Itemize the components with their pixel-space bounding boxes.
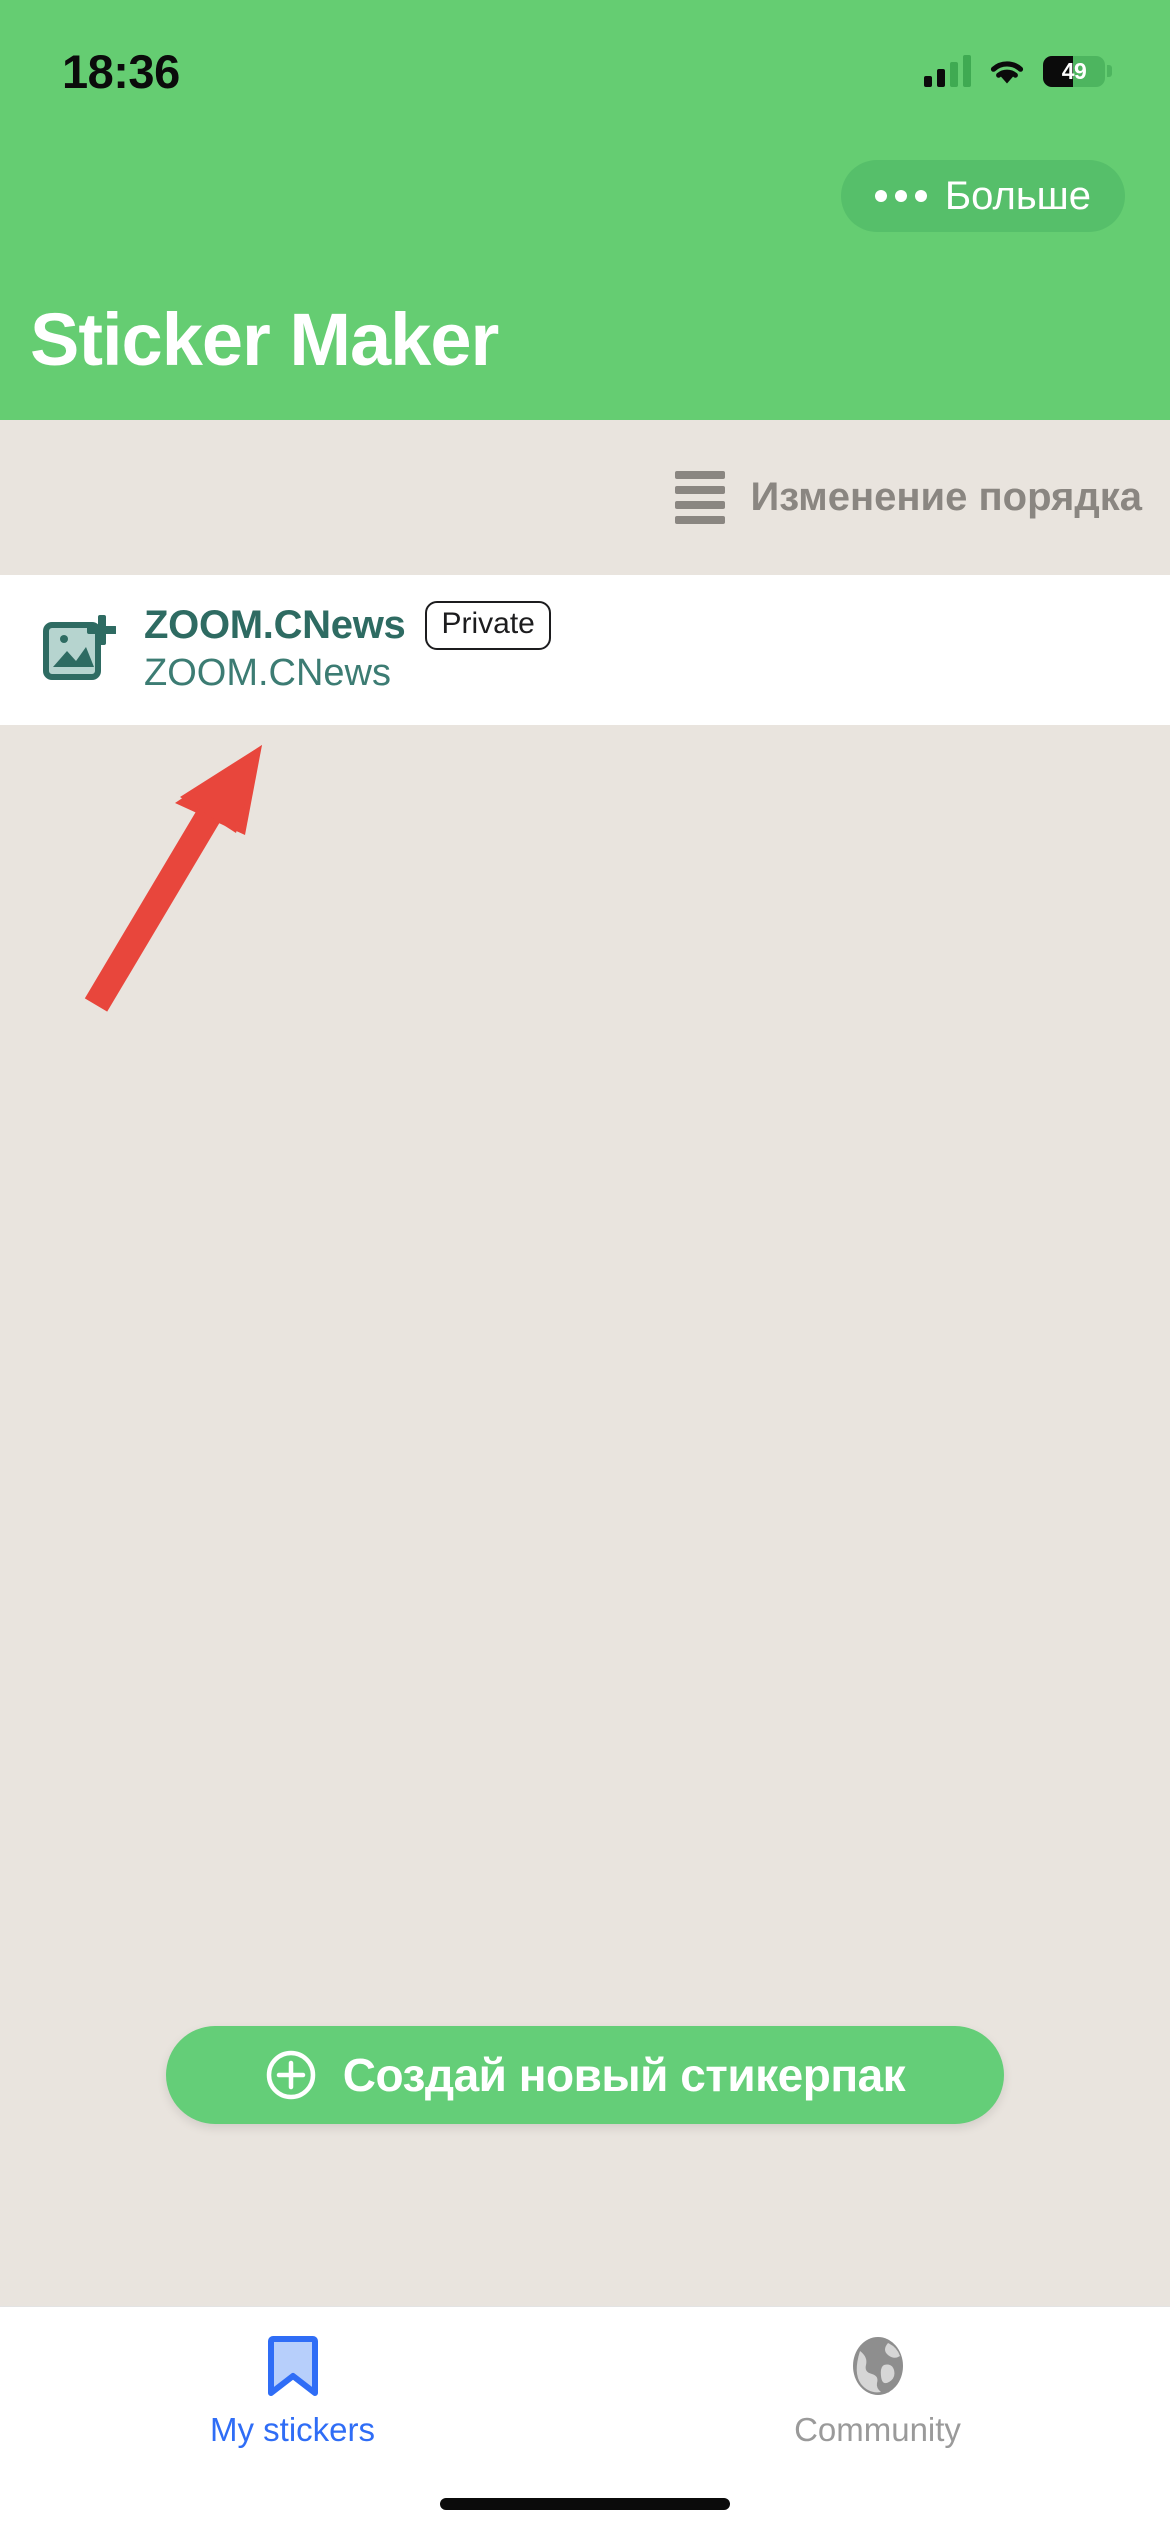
pack-title: ZOOM.CNews <box>144 602 406 647</box>
wifi-icon <box>987 56 1027 86</box>
pack-text-block: ZOOM.CNews Private ZOOM.CNews <box>144 601 551 695</box>
tab-community[interactable]: Community <box>585 2335 1170 2449</box>
tab-my-stickers-label: My stickers <box>210 2411 375 2448</box>
cellular-signal-icon <box>924 55 971 87</box>
plus-circle-icon <box>265 2049 317 2101</box>
more-button[interactable]: Больше <box>840 160 1125 232</box>
page-title: Sticker Maker <box>30 298 499 381</box>
reorder-label: Изменение порядка <box>750 475 1142 519</box>
status-bar-clock: 18:36 <box>62 44 180 98</box>
pack-title-row: ZOOM.CNews Private <box>144 601 551 650</box>
tab-my-stickers[interactable]: My stickers <box>0 2335 585 2449</box>
battery-icon: 49 <box>1043 55 1112 87</box>
reorder-bar[interactable]: Изменение порядка <box>0 420 1170 575</box>
content-area: Создай новый стикерпак <box>0 724 1170 2306</box>
battery-level-label: 49 <box>1061 57 1087 84</box>
more-button-label: Больше <box>944 173 1091 218</box>
battery-cap <box>1107 65 1112 77</box>
create-new-pack-button[interactable]: Создай новый стикерпак <box>166 2026 1004 2124</box>
pack-subtitle: ZOOM.CNews <box>144 651 391 694</box>
list-item[interactable]: ZOOM.CNews Private ZOOM.CNews <box>0 575 1170 725</box>
bookmark-icon <box>267 2335 319 2397</box>
tab-community-label: Community <box>794 2411 961 2448</box>
sticker-pack-list: ZOOM.CNews Private ZOOM.CNews <box>0 575 1170 725</box>
status-bar-indicators: 49 <box>924 55 1112 87</box>
app-header: 18:36 49 Больше Sticker Maker <box>0 0 1170 420</box>
home-indicator[interactable] <box>440 2498 730 2510</box>
ellipsis-icon <box>874 190 927 202</box>
status-bar: 18:36 49 <box>0 0 1170 100</box>
globe-icon <box>850 2335 906 2397</box>
status-badge: Private <box>425 601 551 650</box>
create-new-pack-label: Создай новый стикерпак <box>342 2049 906 2101</box>
app-screen: 18:36 49 Больше Sticker Maker Изменение … <box>0 0 1170 2532</box>
add-photo-icon <box>42 611 116 685</box>
hamburger-reorder-icon[interactable] <box>674 471 725 524</box>
